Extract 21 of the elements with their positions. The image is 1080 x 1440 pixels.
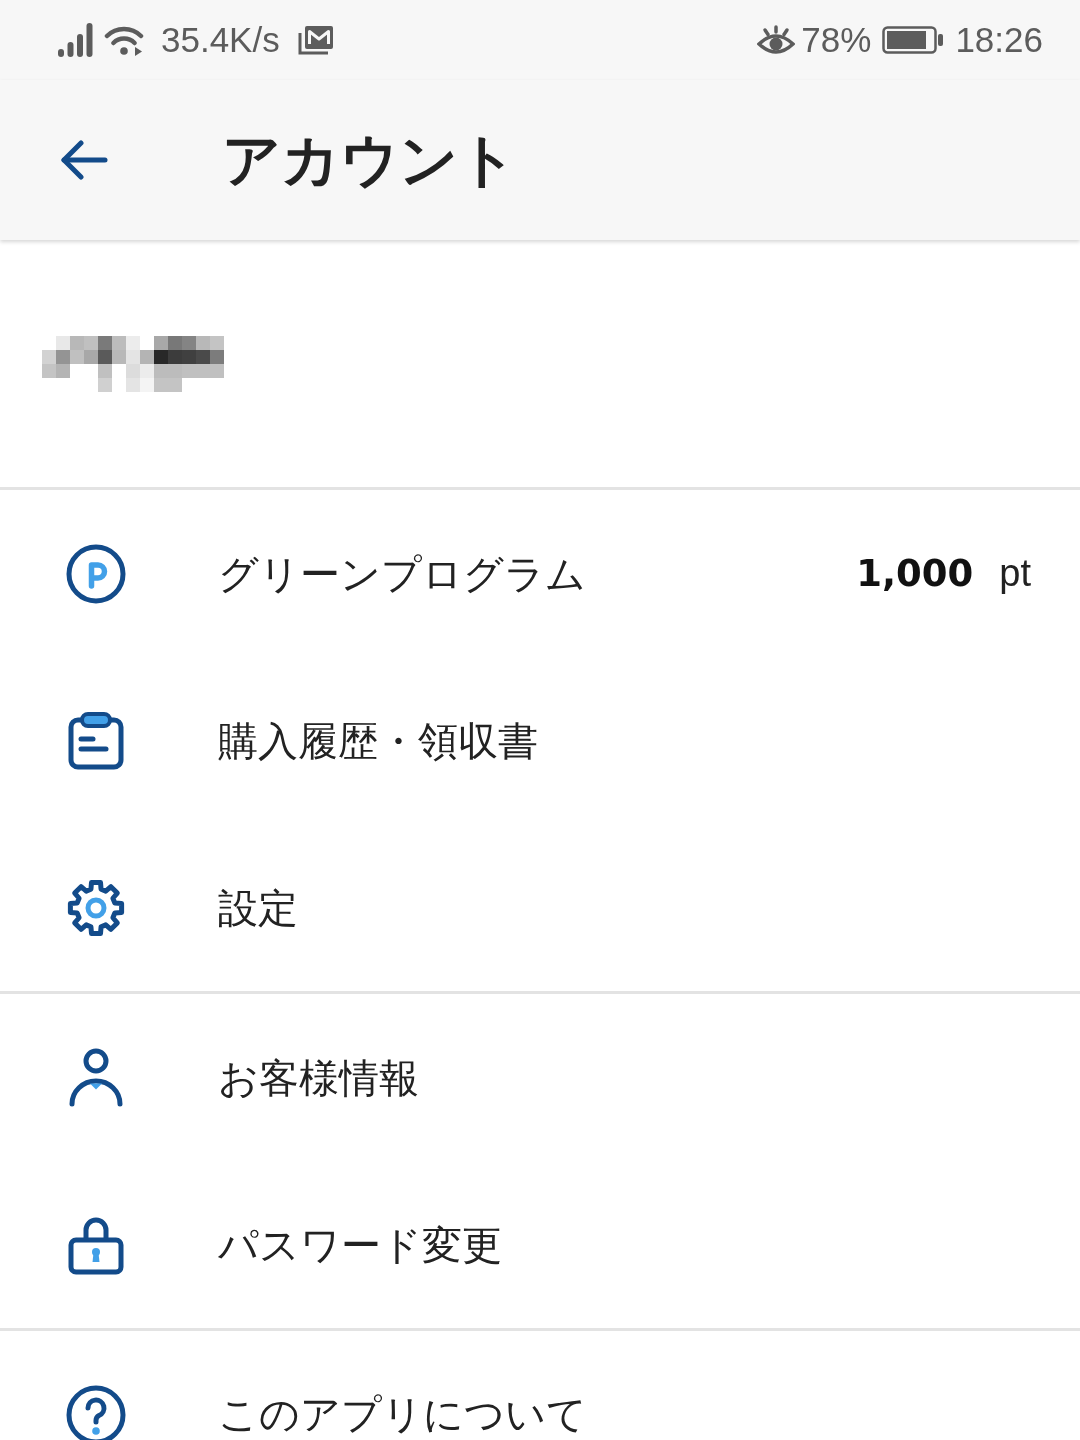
menu-item-label[interactable]: 購入履歴・領収書: [218, 719, 538, 762]
menu-item-label[interactable]: お客様情報: [218, 1056, 419, 1099]
eye-icon: [757, 25, 796, 55]
battery-percent: 78%: [801, 20, 872, 60]
menu-item-label[interactable]: グリーンプログラム: [218, 552, 586, 595]
mail-icon: [297, 25, 334, 55]
menu-item-label[interactable]: このアプリについて: [218, 1393, 587, 1435]
network-speed: 35.4K/s: [161, 20, 280, 60]
points-icon: [66, 543, 126, 604]
menu-item-label[interactable]: パスワード変更: [218, 1223, 502, 1266]
clock-time: 18:26: [955, 20, 1043, 60]
points-value: 1,000: [856, 553, 974, 595]
screen-title: アカウント: [222, 125, 517, 195]
points-unit: pt: [999, 552, 1031, 594]
settings-icon: [66, 877, 126, 938]
signal-icon: [58, 23, 94, 57]
wifi-icon: [104, 24, 144, 56]
help-icon: [66, 1385, 126, 1440]
battery-icon: [882, 26, 945, 54]
menu-item-label[interactable]: 設定: [218, 886, 298, 929]
clipboard-icon: [66, 710, 126, 771]
